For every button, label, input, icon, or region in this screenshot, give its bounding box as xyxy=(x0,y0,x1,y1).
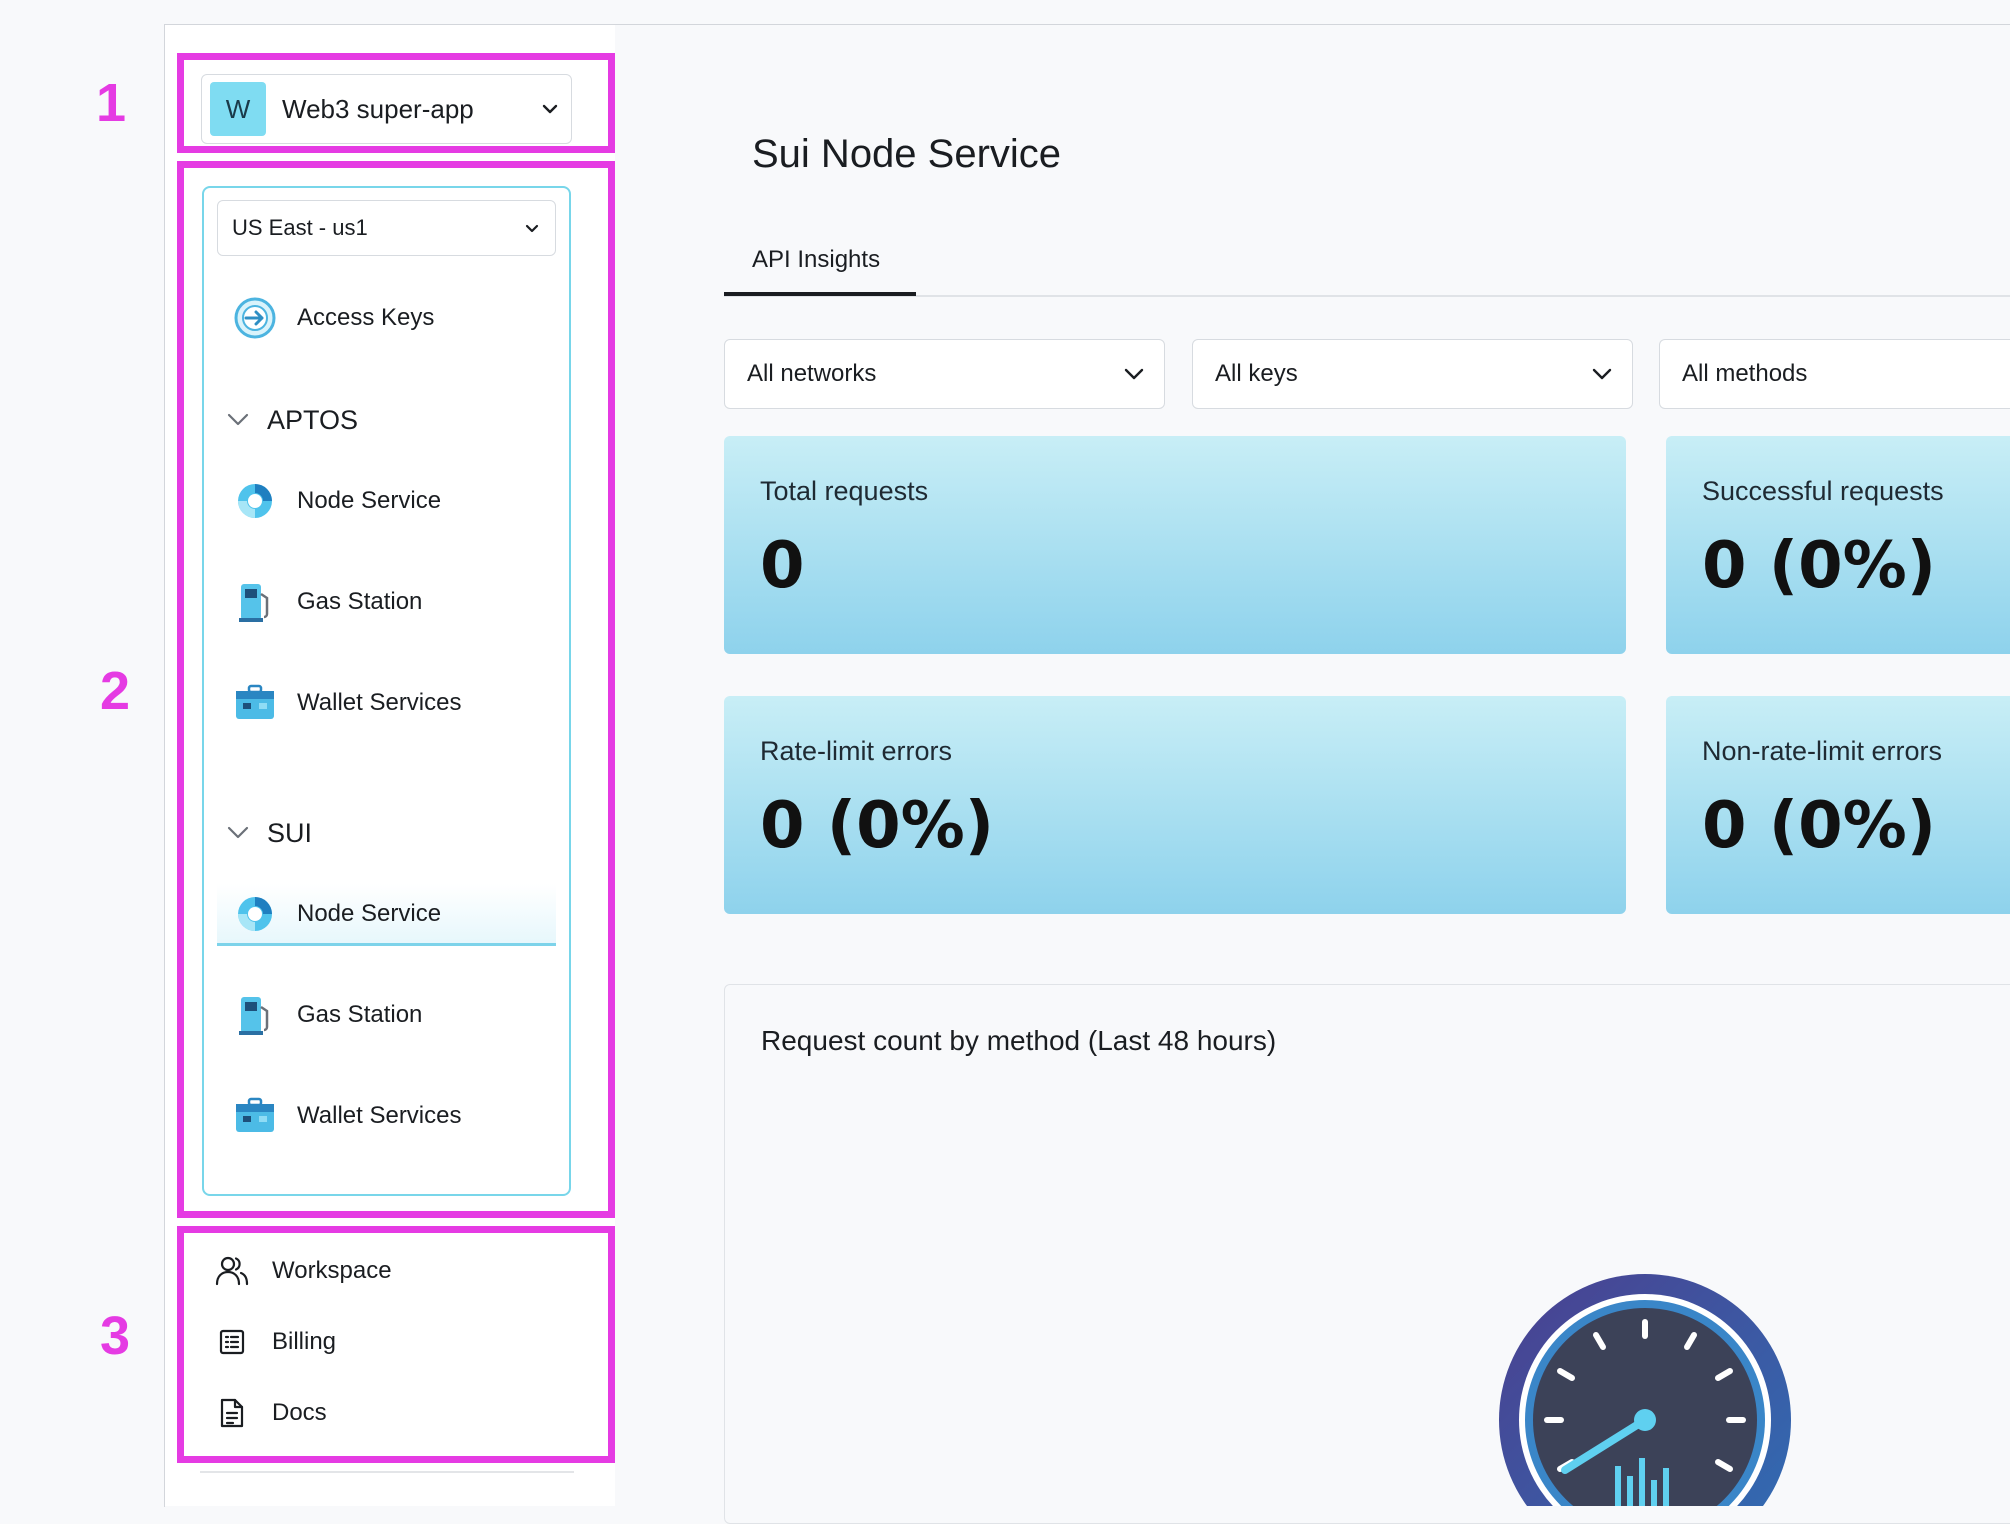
page-title: Sui Node Service xyxy=(752,132,1062,176)
card-title: Rate-limit errors xyxy=(760,736,953,766)
chevron-down-icon xyxy=(1592,368,1612,380)
annotation-number-3: 3 xyxy=(99,1306,131,1366)
speedometer-icon xyxy=(1495,1270,1795,1524)
card-title: Successful requests xyxy=(1702,476,1944,506)
rate-limit-errors-card: Rate-limit errors 0 (0%) xyxy=(724,696,1626,914)
filter-value: All methods xyxy=(1682,360,1808,387)
annotation-number-2: 2 xyxy=(99,661,131,721)
request-count-chart-panel xyxy=(724,984,2010,1524)
chart-title: Request count by method (Last 48 hours) xyxy=(761,1025,1277,1056)
method-filter-dropdown[interactable]: All methods xyxy=(1659,339,2010,409)
annotation-number-1: 1 xyxy=(95,73,127,133)
highlight-box-1 xyxy=(177,53,615,153)
successful-requests-card: Successful requests 0 (0%) xyxy=(1666,436,2010,654)
total-requests-card: Total requests 0 xyxy=(724,436,1626,654)
highlight-box-3 xyxy=(177,1226,615,1463)
sidebar-divider xyxy=(200,1471,574,1473)
active-tab-indicator xyxy=(724,292,916,296)
chevron-down-icon xyxy=(1124,368,1144,380)
card-value: 0 (0%) xyxy=(1702,789,1936,863)
non-rate-limit-errors-card: Non-rate-limit errors 0 (0%) xyxy=(1666,696,2010,914)
tab-bar-divider xyxy=(724,295,2010,297)
card-value: 0 (0%) xyxy=(1702,529,1936,603)
highlight-box-2 xyxy=(177,161,615,1218)
tab-api-insights[interactable]: API Insights xyxy=(752,246,880,274)
filter-value: All keys xyxy=(1215,360,1298,387)
filter-value: All networks xyxy=(747,360,877,387)
card-title: Total requests xyxy=(760,476,929,506)
network-filter-dropdown[interactable]: All networks xyxy=(724,339,1165,409)
key-filter-dropdown[interactable]: All keys xyxy=(1192,339,1633,409)
card-value: 0 xyxy=(760,529,805,603)
card-title: Non-rate-limit errors xyxy=(1702,736,1943,766)
card-value: 0 (0%) xyxy=(760,789,994,863)
